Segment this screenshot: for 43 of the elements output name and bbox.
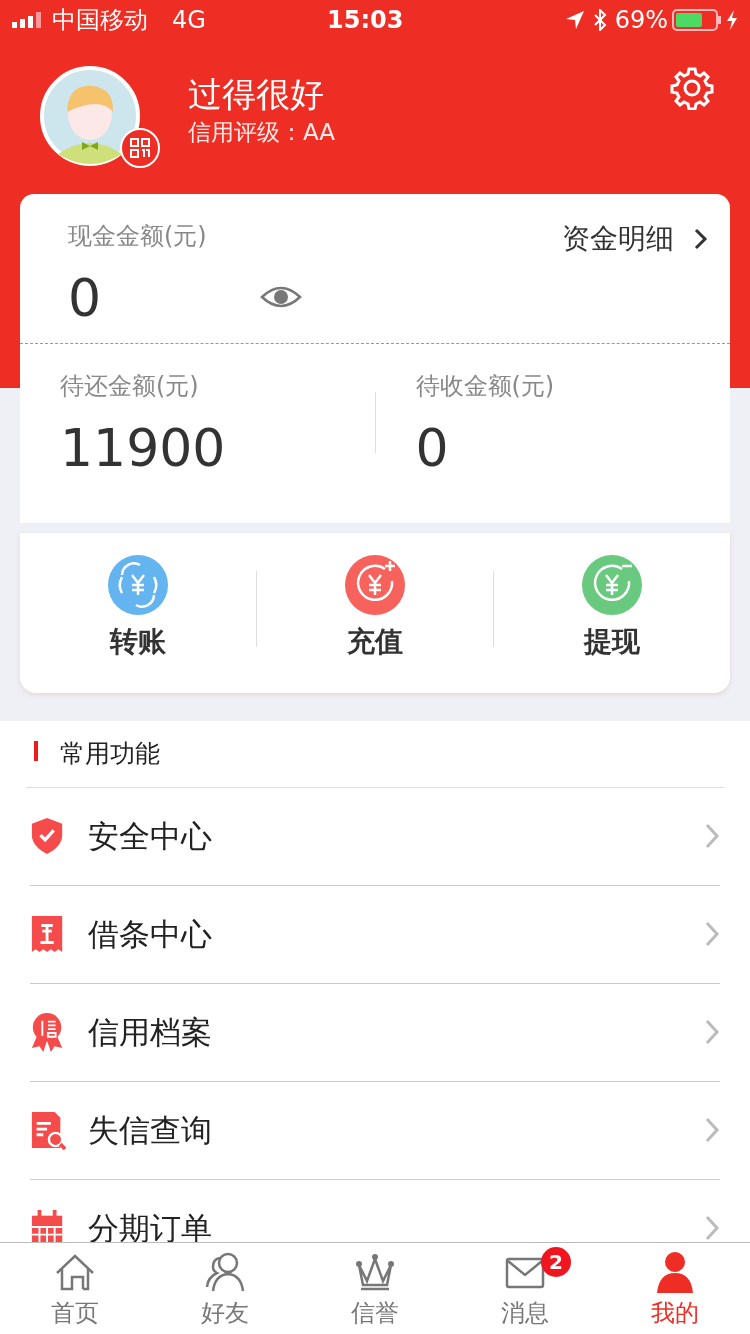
chevron-icon	[704, 1116, 720, 1145]
balance-label: 现金金额(元)	[68, 221, 208, 252]
tab-item[interactable]: 首页	[0, 1243, 150, 1334]
section-title: 常用功能	[60, 739, 160, 769]
chevron-icon	[704, 920, 720, 949]
action-button[interactable]: 转账	[20, 555, 256, 664]
tab-item[interactable]: 消息 2	[450, 1243, 600, 1334]
network-type: 4G	[172, 5, 206, 36]
bluetooth-icon	[592, 9, 607, 31]
battery-icon	[672, 9, 722, 31]
menu-item[interactable]: 安全中心	[30, 787, 720, 886]
qr-code-icon	[120, 128, 160, 168]
location-icon	[564, 10, 585, 30]
funds-detail-link[interactable]: 资金明细	[562, 218, 710, 260]
clock-time: 15:03	[327, 5, 405, 36]
balance-amount: 0	[68, 270, 103, 328]
chevron-icon	[704, 822, 720, 851]
chevron-icon	[704, 1018, 720, 1047]
amount-value: 0	[415, 420, 450, 478]
amount-label: 待收金额(元)	[415, 371, 556, 403]
tab-item[interactable]: 信誉	[300, 1243, 450, 1334]
amount-label: 待还金额(元)	[60, 371, 200, 403]
settings-icon[interactable]	[670, 66, 714, 110]
signal-icon	[12, 12, 44, 28]
chevron-icon	[704, 1214, 720, 1243]
tab-item[interactable]: 好友	[150, 1243, 300, 1334]
yen-icon	[345, 555, 405, 616]
menu-item[interactable]: 失信查询	[30, 1081, 720, 1180]
user-name: 过得很好	[188, 74, 325, 115]
menu-item[interactable]: 借条中心	[30, 885, 720, 984]
battery-percent: 69%	[614, 5, 668, 36]
charging-icon	[726, 10, 738, 30]
menu-item[interactable]: 信用档案	[30, 983, 720, 1082]
yen-icon	[108, 555, 168, 616]
amount-value: 11900	[60, 420, 227, 478]
action-button[interactable]: 充值	[257, 555, 493, 664]
yen-icon	[582, 555, 642, 616]
credit-rating: 信用评级：AA	[188, 117, 336, 147]
carrier-name: 中国移动	[52, 5, 148, 36]
tab-item[interactable]: 我的	[600, 1243, 750, 1334]
unread-badge: 2	[541, 1247, 571, 1278]
document-search-icon	[30, 1109, 66, 1152]
action-button[interactable]: 提现	[494, 555, 730, 664]
